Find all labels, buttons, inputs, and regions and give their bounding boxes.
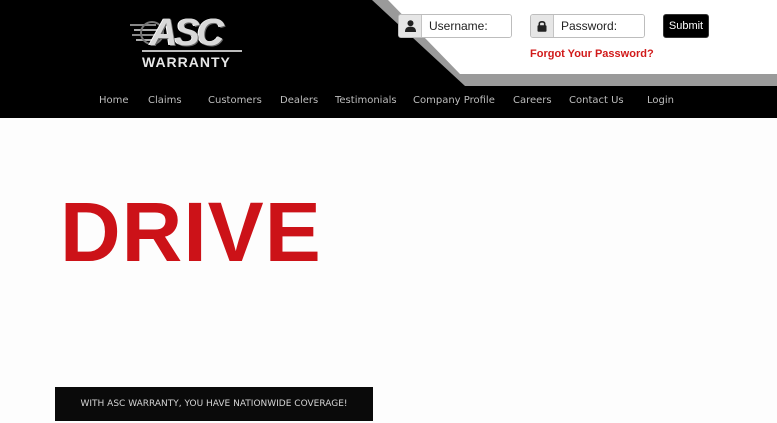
logo-asc-text: ASC [150, 12, 224, 54]
coverage-banner: WITH ASC WARRANTY, YOU HAVE NATIONWIDE C… [55, 387, 373, 421]
page: ASC WARRANTY Submit Forgot Yo [0, 0, 777, 423]
main-nav: Home Claims Customers Dealers Testimonia… [0, 86, 777, 118]
site-header: ASC WARRANTY Submit Forgot Yo [0, 0, 777, 118]
forgot-password-link[interactable]: Forgot Your Password? [530, 48, 654, 60]
logo-warranty-text: WARRANTY [142, 54, 231, 70]
password-field [530, 14, 645, 38]
logo-underline [142, 50, 242, 52]
nav-item-company-profile[interactable]: Company Profile [413, 95, 495, 106]
nav-item-dealers[interactable]: Dealers [280, 95, 318, 106]
nav-item-login[interactable]: Login [647, 95, 674, 106]
header-background [372, 0, 777, 86]
user-icon [399, 15, 422, 37]
lock-icon [531, 15, 554, 37]
nav-item-claims[interactable]: Claims [148, 95, 182, 106]
username-field [398, 14, 512, 38]
asc-warranty-logo[interactable]: ASC WARRANTY [128, 12, 246, 72]
nav-item-contact-us[interactable]: Contact Us [569, 95, 624, 106]
submit-button[interactable]: Submit [663, 14, 709, 38]
password-input[interactable] [554, 15, 644, 37]
coverage-banner-text: WITH ASC WARRANTY, YOU HAVE NATIONWIDE C… [80, 399, 348, 409]
nav-item-careers[interactable]: Careers [513, 95, 552, 106]
hero-title: DRIVE [60, 185, 322, 279]
nav-item-customers[interactable]: Customers [208, 95, 262, 106]
username-input[interactable] [422, 15, 511, 37]
nav-item-testimonials[interactable]: Testimonials [335, 95, 397, 106]
nav-item-home[interactable]: Home [99, 95, 129, 106]
